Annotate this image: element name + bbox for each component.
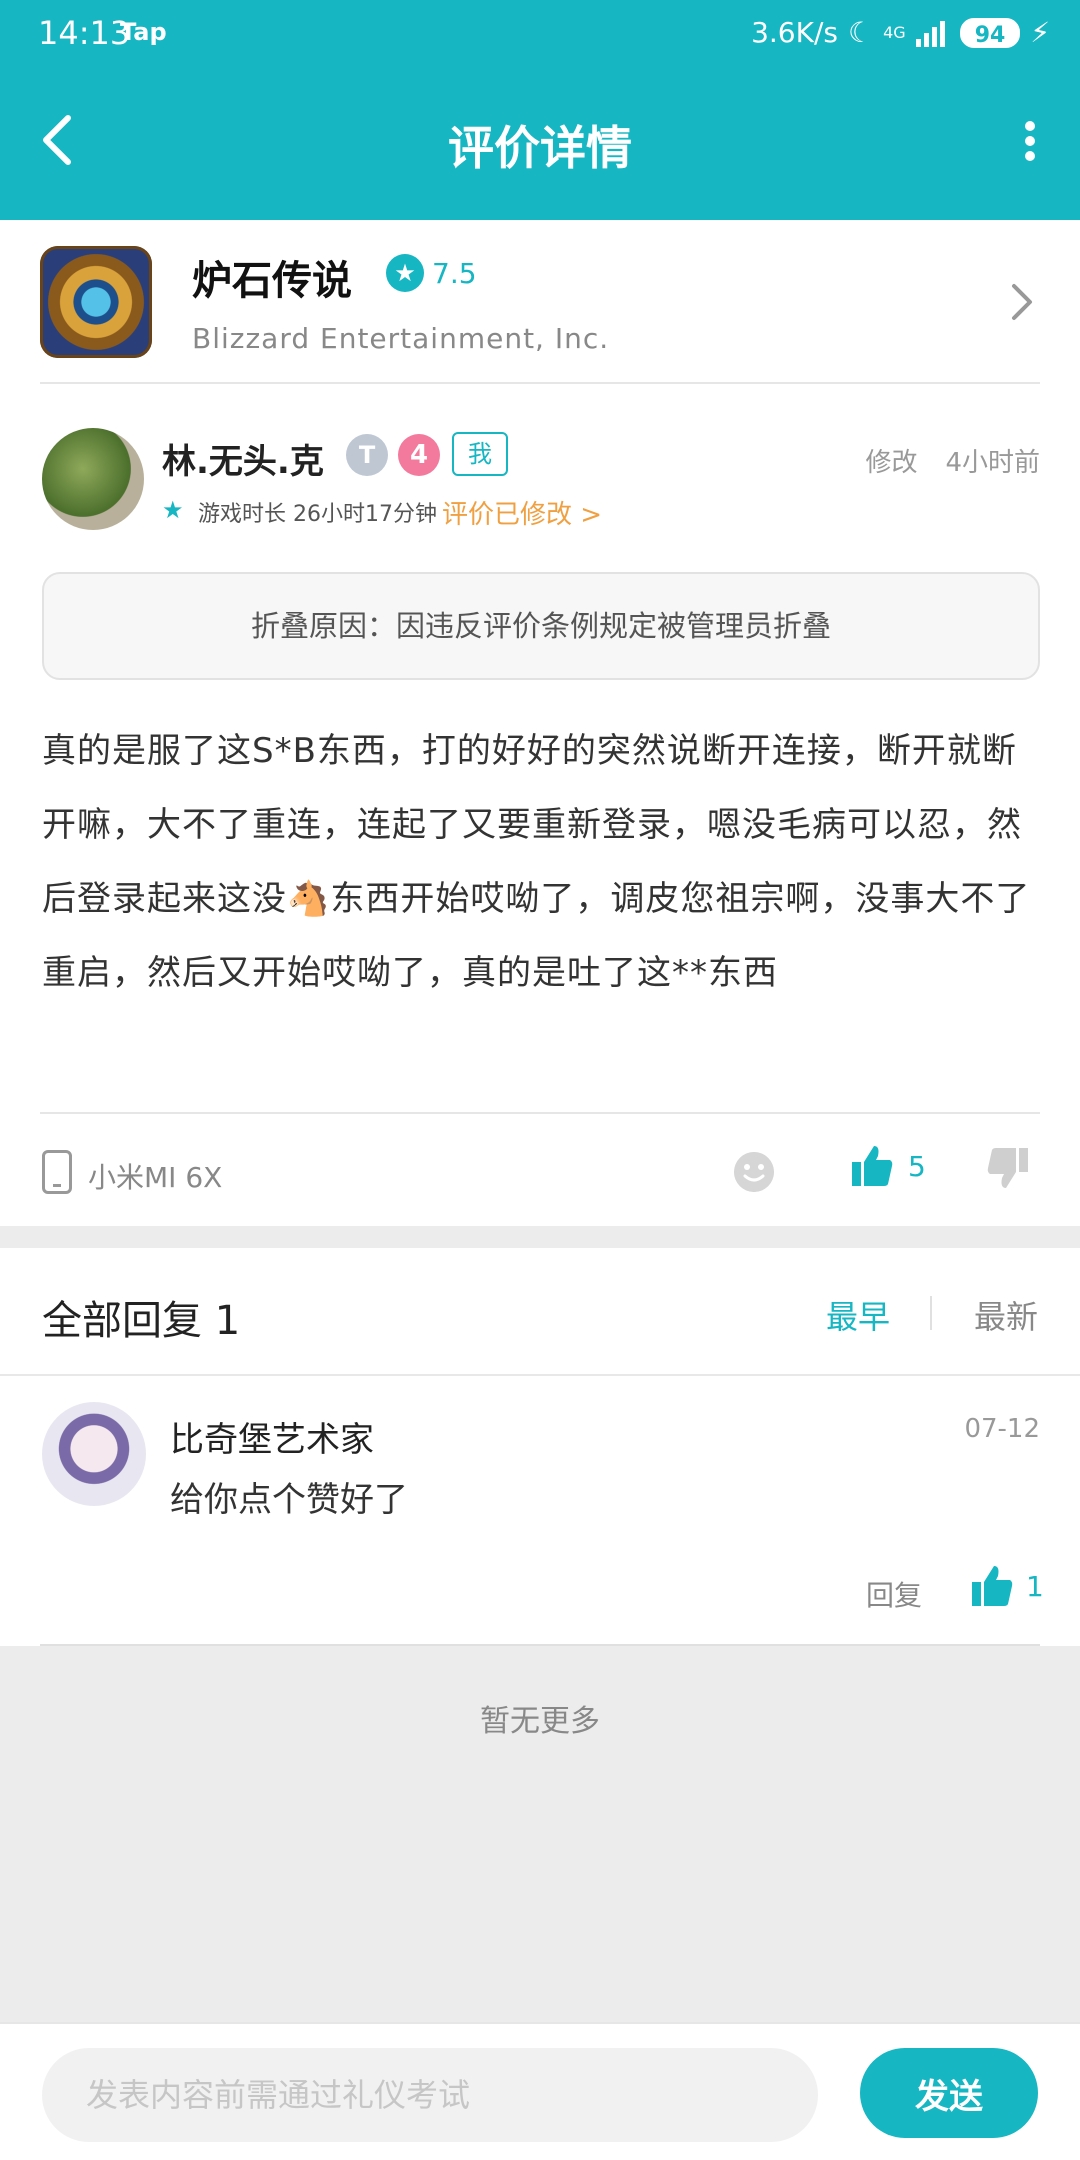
review-time: 4小时前 [945,448,1040,478]
developer-name: Blizzard Entertainment, Inc. [192,322,610,355]
review-meta: 修改 4小时前 [865,442,1040,479]
like-count: 5 [908,1149,926,1183]
comment-bar: 发送 [0,2022,1080,2160]
review-card: 炉石传说 ★ 7.5 Blizzard Entertainment, Inc. … [0,220,1080,1226]
reply-like-count: 1 [1026,1569,1044,1603]
chevron-right-icon[interactable] [1010,282,1034,322]
like-button[interactable]: 5 [850,1144,926,1188]
divider [40,1644,1040,1646]
network-speed: 3.6K/s [751,16,839,49]
reply-like-button[interactable]: 1 [970,1564,1044,1608]
review-text: 真的是服了这S*B东西，打的好好的突然说断开连接，断开就断开嘛，大不了重连，连起… [42,731,1031,993]
reviewer-avatar[interactable] [42,428,144,530]
thumbs-down-icon[interactable] [986,1146,1030,1190]
emoji-icon[interactable] [734,1152,774,1192]
signal-icon [915,20,945,47]
divider [930,1296,932,1330]
replier-avatar[interactable] [42,1402,146,1506]
page-title: 评价详情 [448,121,632,175]
phone-icon [42,1150,72,1194]
replies-title: 全部回复 1 [42,1298,241,1344]
edit-label[interactable]: 修改 [865,442,917,479]
send-button[interactable]: 发送 [860,2048,1038,2138]
fold-reason-box: 折叠原因：因违反评价条例规定被管理员折叠 [42,572,1040,680]
status-time: 14:13 [38,14,131,52]
no-more-label: 暂无更多 [480,1704,600,1739]
battery-indicator: 94 [959,17,1021,48]
sort-newest-tab[interactable]: 最新 [974,1292,1038,1338]
network-type: 4G [883,23,906,42]
reviewer-name[interactable]: 林.无头.克 [162,434,324,483]
reply-text: 给你点个赞好了 [170,1480,408,1520]
play-time: 游戏时长 26小时17分钟 [198,502,437,527]
divider [40,382,1040,384]
thumbs-up-icon [852,1146,893,1186]
app-header: 14:13 Tap 3.6K/s ☾ 4G 94 ⚡ 评价详情 [0,0,1080,220]
status-app-label: Tap [120,18,167,46]
replier-name[interactable]: 比奇堡艺术家 [170,1412,374,1461]
user-badge-t: T [346,434,388,476]
game-name[interactable]: 炉石传说 [192,248,352,306]
moon-icon: ☾ [848,16,874,49]
review-edited-link[interactable]: 评价已修改 > [442,494,602,531]
star-icon: ★ [386,254,424,292]
reply-button[interactable]: 回复 [866,1574,922,1614]
divider [0,1374,1080,1376]
more-options-icon[interactable] [1020,118,1040,164]
divider [40,1112,1040,1114]
device-name: 小米MI 6X [88,1161,223,1194]
self-badge: 我 [452,432,508,476]
star-icon: ★ [162,496,184,524]
replies-section: 全部回复 1 最早 最新 比奇堡艺术家 07-12 给你点个赞好了 回复 1 [0,1248,1080,1646]
thumbs-up-icon [972,1566,1013,1606]
status-bar: 14:13 Tap 3.6K/s ☾ 4G 94 ⚡ [0,14,1080,54]
status-right: 3.6K/s ☾ 4G 94 ⚡ [751,16,1050,49]
sort-earliest-tab[interactable]: 最早 [826,1292,890,1338]
reply-date: 07-12 [964,1414,1040,1444]
charging-icon: ⚡ [1030,16,1050,49]
comment-input[interactable] [42,2048,818,2142]
game-score-value: 7.5 [432,256,477,290]
game-icon[interactable] [40,246,152,358]
game-score: ★ 7.5 [386,254,477,292]
user-level-badge: 4 [398,434,440,476]
